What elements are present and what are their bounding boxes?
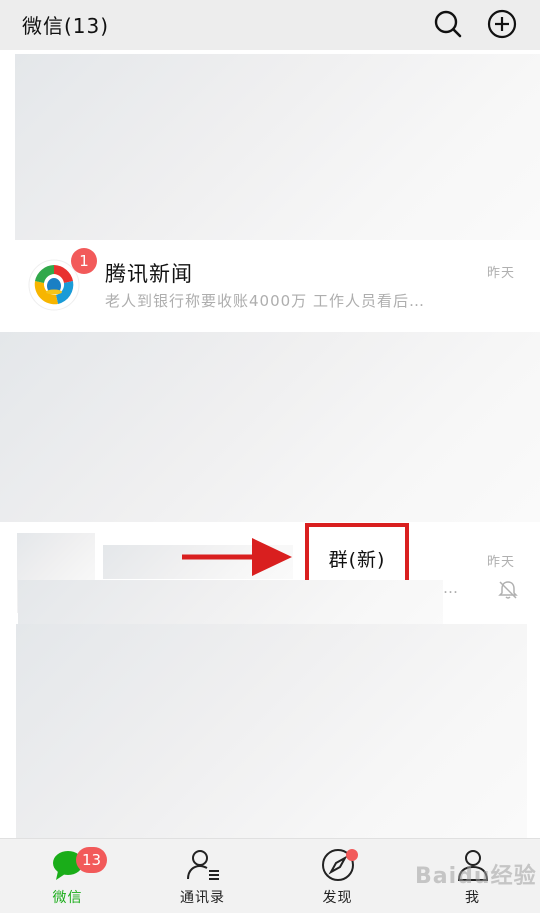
chat-list-item[interactable]: 1 腾讯新闻 老人到银行称要收账4000万 工作人员看后… 昨天 — [15, 240, 540, 330]
blurred-region — [0, 332, 540, 522]
search-icon[interactable] — [432, 8, 464, 40]
notification-dot — [346, 849, 358, 861]
tab-label: 发现 — [322, 890, 353, 906]
page-title: 微信(13) — [22, 14, 110, 38]
bell-muted-icon — [498, 581, 518, 599]
plus-circle-icon[interactable] — [486, 8, 518, 40]
chat-name: 腾讯新闻 — [105, 262, 193, 286]
annotation-label: 群(新) — [328, 549, 386, 571]
tab-discover[interactable]: 发现 — [270, 839, 405, 913]
unread-badge: 1 — [71, 248, 97, 274]
blurred-region — [15, 54, 540, 240]
watermark: Baidu经验 — [415, 864, 537, 889]
unread-badge: 13 — [76, 847, 108, 873]
tab-label: 我 — [465, 890, 480, 906]
top-bar: 微信(13) — [0, 0, 540, 50]
blurred-region — [16, 624, 527, 838]
tab-chats[interactable]: 13 微信 — [0, 839, 135, 913]
chat-preview: 老人到银行称要收账4000万 工作人员看后… — [105, 292, 425, 310]
chat-time: 昨天 — [487, 266, 516, 281]
tab-label: 通讯录 — [180, 890, 225, 906]
tab-label: 微信 — [52, 890, 83, 906]
chat-preview: … — [443, 579, 459, 597]
chat-time: 昨天 — [487, 555, 516, 570]
contacts-icon — [186, 850, 219, 880]
tab-contacts[interactable]: 通讯录 — [135, 839, 270, 913]
annotation-arrow — [182, 538, 292, 576]
